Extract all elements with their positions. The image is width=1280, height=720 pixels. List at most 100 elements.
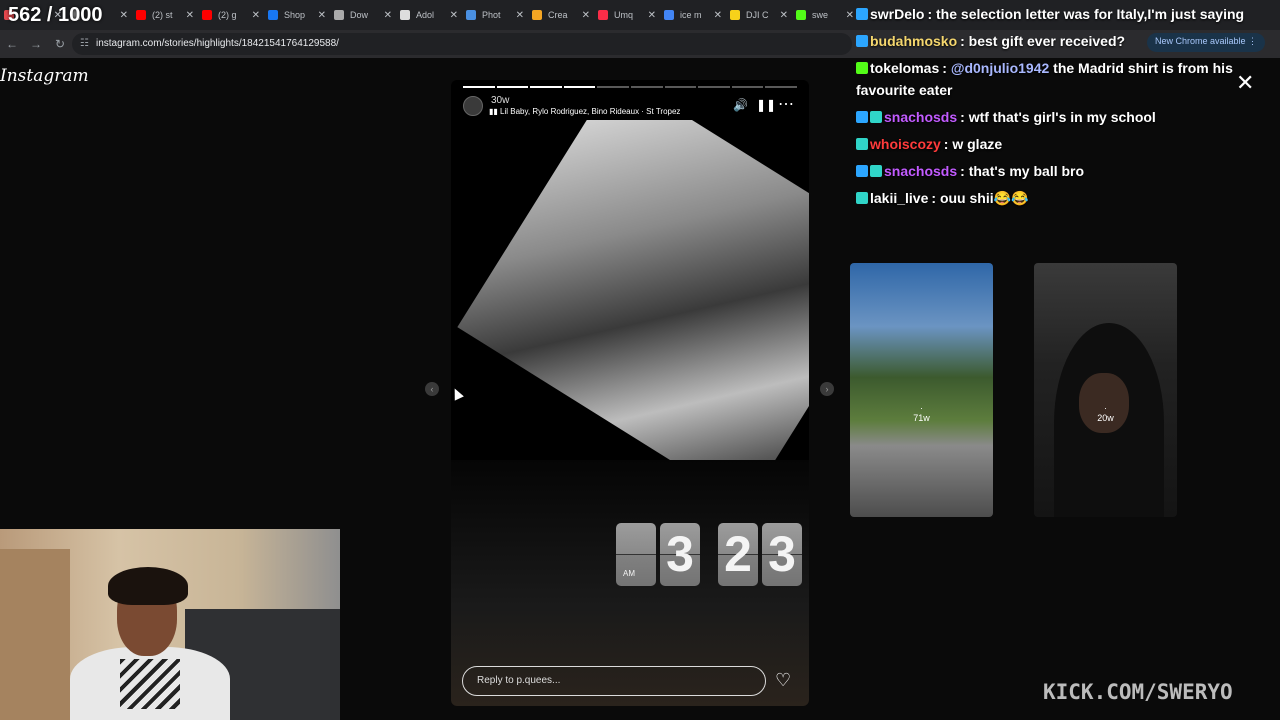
story-thumbnail[interactable]: · 71w <box>850 263 993 517</box>
chat-message: snachosds: wtf that's girl's in my schoo… <box>856 106 1276 128</box>
tab-label: (2) st <box>152 10 173 20</box>
chat-username[interactable]: snachosds <box>884 109 957 125</box>
story-viewer[interactable]: 30w ▮▮ Lil Baby, Rylo Rodriguez, Bino Ri… <box>451 80 809 706</box>
tab-close-icon[interactable]: ✕ <box>252 10 260 21</box>
chat-text: : the selection letter was for Italy,I'm… <box>927 6 1245 22</box>
stream-chat: swrDelo: the selection letter was for It… <box>856 3 1276 214</box>
avatar[interactable] <box>463 96 483 116</box>
tab-close-icon[interactable]: ✕ <box>384 10 392 21</box>
heart-icon[interactable]: ♡ <box>775 670 791 691</box>
chat-username[interactable]: swrDelo <box>870 6 924 22</box>
back-icon[interactable]: ← <box>0 37 24 51</box>
tab-label: swe <box>812 10 829 20</box>
reload-icon[interactable]: ↻ <box>48 37 72 51</box>
more-icon[interactable]: ⋯ <box>778 94 794 114</box>
pause-icon[interactable]: ❚❚ <box>756 98 776 112</box>
browser-tab[interactable]: Shop ✕ <box>264 0 330 30</box>
thumbnail-age: 20w <box>1097 413 1114 423</box>
chat-badge-icon <box>870 111 882 123</box>
progress-segment <box>630 86 663 88</box>
progress-segment <box>496 86 529 88</box>
chat-username[interactable]: lakii_live <box>870 190 928 206</box>
story-photo <box>451 120 809 500</box>
tab-close-icon[interactable]: ✕ <box>450 10 458 21</box>
chat-message: snachosds: that's my ball bro <box>856 160 1276 182</box>
browser-tab[interactable]: (2) st ✕ <box>132 0 198 30</box>
music-icon: ▮▮ <box>489 107 501 116</box>
browser-tab[interactable]: ice m ✕ <box>660 0 726 30</box>
song-label: Lil Baby, Rylo Rodriguez, Bino Rideaux ·… <box>500 107 681 116</box>
tab-label: (2) g <box>218 10 237 20</box>
chat-message: lakii_live: ouu shii😂😂 <box>856 187 1276 209</box>
progress-segment <box>698 86 730 88</box>
tab-close-icon[interactable]: ✕ <box>582 10 590 21</box>
tab-favicon-icon <box>598 10 608 20</box>
chat-badge-icon <box>856 165 868 177</box>
browser-tab[interactable]: Dow ✕ <box>330 0 396 30</box>
clock-digit: 3 <box>660 523 700 586</box>
chat-badge-icon <box>856 62 868 74</box>
tab-label: Umq <box>614 10 634 20</box>
progress-segment <box>563 86 596 88</box>
url-text: instagram.com/stories/highlights/1842154… <box>96 38 339 49</box>
tab-close-icon[interactable]: ✕ <box>714 10 722 21</box>
chat-text: : w glaze <box>943 136 1003 152</box>
tab-favicon-icon <box>400 10 410 20</box>
browser-tab[interactable]: DJI C ✕ <box>726 0 792 30</box>
tab-favicon-icon <box>334 10 344 20</box>
mute-icon[interactable]: 🔊 <box>733 98 748 112</box>
chat-message: budahmosko: best gift ever received? <box>856 30 1276 52</box>
tab-favicon-icon <box>136 10 146 20</box>
tab-close-icon[interactable]: ✕ <box>780 10 788 21</box>
progress-segment <box>530 86 562 88</box>
chat-username[interactable]: whoiscozy <box>870 136 941 152</box>
overlay-counter: 562 / 1000 <box>8 4 103 26</box>
chevron-right-icon[interactable]: › <box>820 382 834 396</box>
progress-segment <box>765 86 797 88</box>
chat-text: : wtf that's girl's in my school <box>960 109 1156 125</box>
browser-tab[interactable]: swe ✕ <box>792 0 858 30</box>
chat-message: swrDelo: the selection letter was for It… <box>856 3 1276 25</box>
forward-icon[interactable]: → <box>24 37 48 51</box>
tab-label: DJI C <box>746 10 769 20</box>
stream-watermark: KICK.COM/SWERYO <box>1043 680 1233 704</box>
tab-close-icon[interactable]: ✕ <box>186 10 194 21</box>
instagram-logo[interactable]: Instagram <box>0 66 89 86</box>
chat-badge-icon <box>856 192 868 204</box>
chat-username[interactable]: tokelomas <box>870 60 939 76</box>
progress-segment <box>597 86 629 88</box>
tab-close-icon[interactable]: ✕ <box>846 10 854 21</box>
chat-message: tokelomas: @d0njulio1942 the Madrid shir… <box>856 57 1276 101</box>
chat-text: : best gift ever received? <box>960 33 1126 49</box>
tab-close-icon[interactable]: ✕ <box>516 10 524 21</box>
progress-segment <box>463 86 495 88</box>
webcam-feed <box>0 529 340 720</box>
browser-tab[interactable]: Adol ✕ <box>396 0 462 30</box>
reply-input[interactable]: Reply to p.quees... <box>462 666 766 696</box>
tab-close-icon[interactable]: ✕ <box>120 10 128 21</box>
story-header: 30w ▮▮ Lil Baby, Rylo Rodriguez, Bino Ri… <box>463 94 797 118</box>
browser-tab[interactable]: Umq ✕ <box>594 0 660 30</box>
tab-favicon-icon <box>730 10 740 20</box>
browser-tab[interactable]: (2) g ✕ <box>198 0 264 30</box>
site-info-icon[interactable]: ☷ <box>80 38 89 49</box>
thumbnail-age: 71w <box>913 413 930 423</box>
tab-close-icon[interactable]: ✕ <box>318 10 326 21</box>
tab-favicon-icon <box>268 10 278 20</box>
browser-tab[interactable]: Crea ✕ <box>528 0 594 30</box>
chat-username[interactable]: snachosds <box>884 163 957 179</box>
chat-mention[interactable]: @d0njulio1942 <box>951 60 1049 76</box>
story-thumbnail[interactable]: · 20w <box>1034 263 1177 517</box>
tab-close-icon[interactable]: ✕ <box>648 10 656 21</box>
clock-digit: 3 <box>762 523 802 586</box>
chat-message: whoiscozy: w glaze <box>856 133 1276 155</box>
tab-label: Shop <box>284 10 306 20</box>
browser-tab[interactable]: Phot ✕ <box>462 0 528 30</box>
story-age: 30w <box>491 95 510 106</box>
tab-favicon-icon <box>796 10 806 20</box>
chat-badge-icon <box>856 35 868 47</box>
chat-username[interactable]: budahmosko <box>870 33 957 49</box>
address-bar[interactable]: ☷ instagram.com/stories/highlights/18421… <box>72 33 852 55</box>
story-song[interactable]: ▮▮ Lil Baby, Rylo Rodriguez, Bino Rideau… <box>489 107 680 116</box>
chevron-left-icon[interactable]: ‹ <box>425 382 439 396</box>
